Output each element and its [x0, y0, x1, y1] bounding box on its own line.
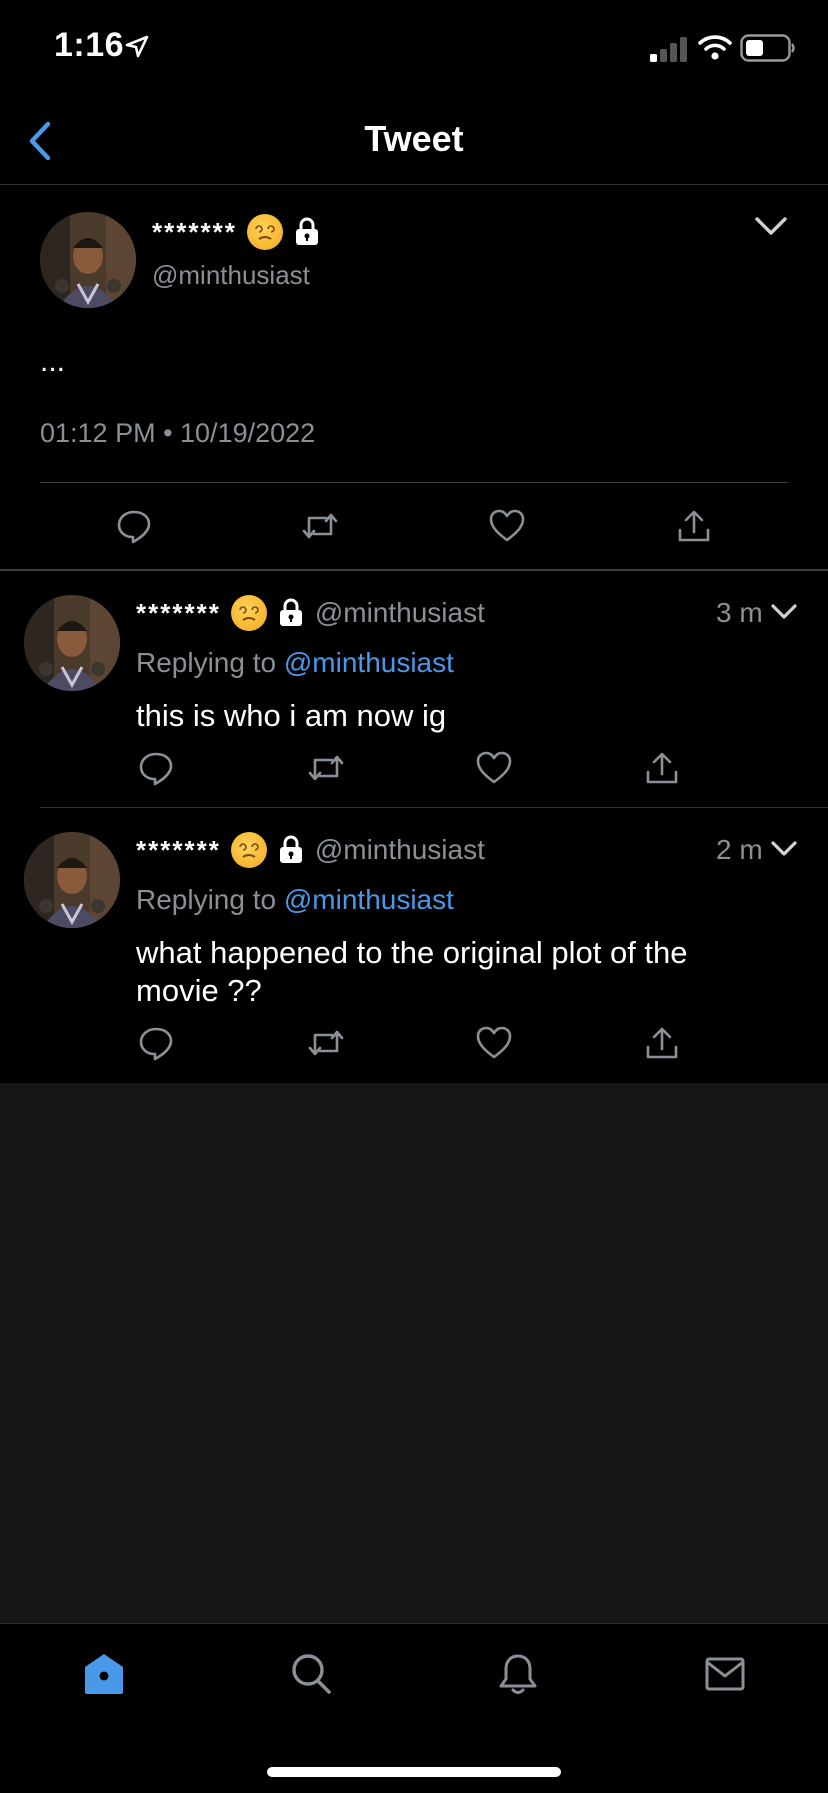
like-button[interactable]: [475, 1025, 513, 1061]
wifi-icon: [698, 33, 732, 61]
retweet-icon: [302, 513, 338, 539]
tab-home[interactable]: [83, 1652, 125, 1696]
home-icon: [85, 1654, 123, 1694]
dizzy-face-emoji-icon: [246, 214, 283, 250]
avatar[interactable]: [24, 595, 120, 691]
replying-to-mention[interactable]: @minthusiast: [284, 647, 454, 678]
reply-divider: [40, 807, 828, 808]
reply-button[interactable]: [138, 1025, 174, 1061]
reply-icon: [139, 752, 173, 786]
reply-options-button[interactable]: [770, 602, 798, 622]
replying-to: Replying to @minthusiast: [136, 647, 454, 679]
share-icon: [678, 510, 710, 542]
share-button[interactable]: [644, 1025, 680, 1061]
like-button[interactable]: [475, 750, 513, 786]
lock-icon: [277, 835, 305, 865]
empty-timeline-area: [0, 1083, 828, 1623]
dizzy-face-emoji-icon: [230, 595, 267, 631]
lock-icon: [293, 217, 321, 247]
reply-options-button[interactable]: [770, 839, 798, 859]
search-icon: [292, 1654, 331, 1694]
tab-notifications[interactable]: [497, 1652, 539, 1696]
battery-icon: [740, 34, 796, 62]
tweet-timestamp: 01:12 PM • 10/19/2022: [40, 418, 316, 448]
replying-to-mention[interactable]: @minthusiast: [284, 884, 454, 915]
reply-time: 2 m: [716, 834, 763, 865]
retweet-button[interactable]: [306, 1025, 346, 1061]
tweet-text: ...: [40, 345, 66, 378]
retweet-icon: [308, 1030, 344, 1056]
tab-search[interactable]: [290, 1652, 332, 1696]
avatar[interactable]: [24, 832, 120, 928]
retweet-icon: [308, 755, 344, 781]
notifications-icon: [499, 1654, 537, 1694]
like-button[interactable]: [488, 508, 526, 544]
replying-to-label: Replying to: [136, 647, 277, 678]
author-name: *******: [136, 597, 221, 628]
like-icon: [476, 751, 512, 784]
reply-text: this is who i am now ig: [136, 698, 447, 733]
chevron-down-icon: [771, 604, 797, 619]
share-icon: [646, 1027, 678, 1059]
messages-icon: [705, 1657, 745, 1691]
cellular-signal-icon: [650, 36, 690, 62]
location-arrow-icon: [124, 34, 150, 60]
tweet-divider: [40, 482, 788, 483]
reply-icon: [117, 510, 151, 544]
home-indicator: [267, 1767, 561, 1777]
replying-to: Replying to @minthusiast: [136, 884, 454, 916]
reply-author-row: ******* @minthusiast: [136, 595, 485, 631]
tab-messages[interactable]: [704, 1652, 746, 1696]
retweet-button[interactable]: [306, 750, 346, 786]
author-handle: @minthusiast: [314, 834, 485, 865]
share-button[interactable]: [644, 750, 680, 786]
dizzy-face-emoji-icon: [230, 832, 267, 868]
author-name: *******: [136, 834, 221, 865]
reply-icon: [139, 1027, 173, 1061]
reply-button[interactable]: [116, 508, 152, 544]
like-icon: [489, 509, 525, 542]
status-time: 1:16: [54, 26, 125, 64]
chevron-down-icon: [755, 217, 787, 235]
retweet-button[interactable]: [300, 508, 340, 544]
reply-time: 3 m: [716, 597, 763, 628]
lock-icon: [277, 598, 305, 628]
tweet-options-button[interactable]: [754, 214, 788, 238]
author-handle: @minthusiast: [152, 260, 310, 290]
reply-text: what happened to the original plot of th…: [136, 935, 688, 1008]
like-icon: [476, 1026, 512, 1059]
share-icon: [646, 752, 678, 784]
page-title: Tweet: [364, 118, 464, 159]
author-name: *******: [152, 216, 237, 247]
share-button[interactable]: [676, 508, 712, 544]
avatar[interactable]: [40, 212, 136, 308]
header-divider: [0, 184, 828, 185]
replying-to-label: Replying to: [136, 884, 277, 915]
author-handle: @minthusiast: [314, 597, 485, 628]
section-divider: [0, 569, 828, 571]
author-name-row: *******: [152, 214, 321, 250]
reply-button[interactable]: [138, 750, 174, 786]
chevron-down-icon: [771, 841, 797, 856]
reply-author-row: ******* @minthusiast: [136, 832, 485, 868]
